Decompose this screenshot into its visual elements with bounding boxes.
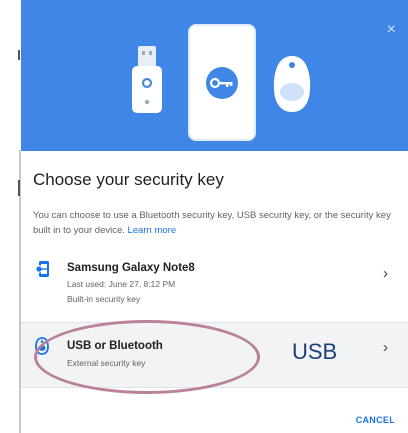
background-window-edge [0, 0, 20, 433]
dialog-banner: × [21, 0, 408, 151]
bluetooth-key-icon [273, 56, 311, 112]
learn-more-link[interactable]: Learn more [128, 225, 177, 236]
usb-key-icon [132, 46, 162, 113]
phone-key-icon [35, 261, 49, 277]
option-usb-or-bluetooth[interactable]: USB or Bluetooth External security key › [21, 322, 408, 388]
security-key-icon [35, 337, 49, 355]
option-subtitle: External security key [67, 358, 146, 368]
background-window-mark [18, 50, 20, 60]
option-title: Samsung Galaxy Note8 [67, 262, 195, 274]
background-window-mark [18, 180, 20, 196]
description-text: You can choose to use a Bluetooth securi… [33, 210, 391, 236]
option-subtitle: Built-in security key [67, 294, 141, 304]
security-key-dialog: × Choose your security key You can choos… [21, 0, 408, 433]
dialog-description: You can choose to use a Bluetooth securi… [33, 208, 401, 238]
chevron-right-icon: › [383, 339, 388, 356]
dialog-title: Choose your security key [33, 170, 224, 189]
option-samsung-galaxy-note8[interactable]: Samsung Galaxy Note8 Last used: June 27,… [21, 252, 408, 317]
option-title: USB or Bluetooth [67, 340, 163, 352]
close-icon[interactable]: × [387, 22, 396, 38]
option-last-used: Last used: June 27, 8:12 PM [67, 279, 176, 289]
cancel-button[interactable]: CANCEL [356, 415, 395, 425]
usb-annotation-label: USB [292, 339, 338, 364]
banner-illustration [132, 24, 311, 141]
phone-key-illustration [188, 24, 256, 141]
chevron-right-icon: › [383, 265, 388, 282]
